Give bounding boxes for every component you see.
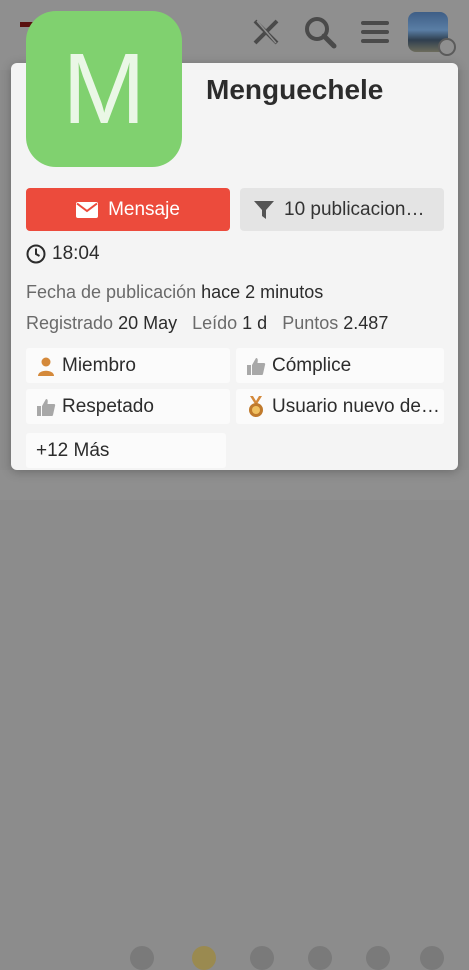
local-time: 18:04: [26, 243, 100, 265]
search-icon[interactable]: [302, 14, 338, 50]
posts-label: 10 publicacion…: [284, 198, 425, 220]
medal-icon: [249, 395, 263, 417]
registered-value: 20 May: [118, 313, 178, 333]
badge-new-user[interactable]: Usuario nuevo de…: [236, 389, 444, 424]
thumbs-up-icon: [247, 357, 266, 375]
read-label: Leído: [192, 313, 238, 333]
chat-badge-icon[interactable]: [438, 38, 456, 56]
clock-icon: [26, 244, 46, 264]
person-icon: [38, 357, 54, 376]
avatar-letter: M: [62, 33, 146, 145]
share-icon[interactable]: [366, 946, 390, 970]
message-button[interactable]: Mensaje: [26, 188, 230, 231]
profile-avatar[interactable]: M: [26, 11, 182, 167]
emoji-icon[interactable]: [192, 946, 216, 970]
more-badges-button[interactable]: +12 Más: [26, 433, 226, 468]
badge-label: Respetado: [62, 395, 154, 417]
badge-label: Usuario nuevo de…: [272, 395, 440, 417]
post-date-row: Fecha de publicación hace 2 minutos: [26, 282, 323, 303]
filter-icon: [254, 200, 274, 219]
post-date-value: hace 2 minutos: [201, 282, 324, 302]
link-icon[interactable]: [250, 946, 274, 970]
badge-respected[interactable]: Respetado: [26, 389, 230, 424]
x-logo-icon[interactable]: [248, 14, 284, 50]
more-icon[interactable]: [420, 946, 444, 970]
read-value: 1 d: [242, 313, 268, 333]
reply-icon[interactable]: [308, 946, 332, 970]
local-time-value: 18:04: [52, 243, 100, 264]
menu-icon[interactable]: [357, 14, 393, 50]
reaction-icon[interactable]: [130, 946, 154, 970]
badge-label: Miembro: [62, 354, 136, 376]
post-footer: [0, 470, 469, 970]
badge-complice[interactable]: Cómplice: [236, 348, 444, 383]
badge-label: Cómplice: [272, 354, 352, 376]
message-label: Mensaje: [108, 198, 180, 220]
envelope-icon: [76, 201, 99, 218]
stats-row: Registrado 20 May Leído 1 d Puntos 2.487: [26, 313, 388, 334]
username[interactable]: Menguechele: [206, 74, 383, 106]
thumbs-up-icon: [37, 398, 56, 416]
registered-label: Registrado: [26, 313, 114, 333]
points-label: Puntos: [282, 313, 339, 333]
post-date-label: Fecha de publicación: [26, 282, 197, 302]
badge-member[interactable]: Miembro: [26, 348, 230, 383]
posts-filter-button[interactable]: 10 publicacion…: [240, 188, 444, 231]
points-value: 2.487: [343, 313, 389, 333]
